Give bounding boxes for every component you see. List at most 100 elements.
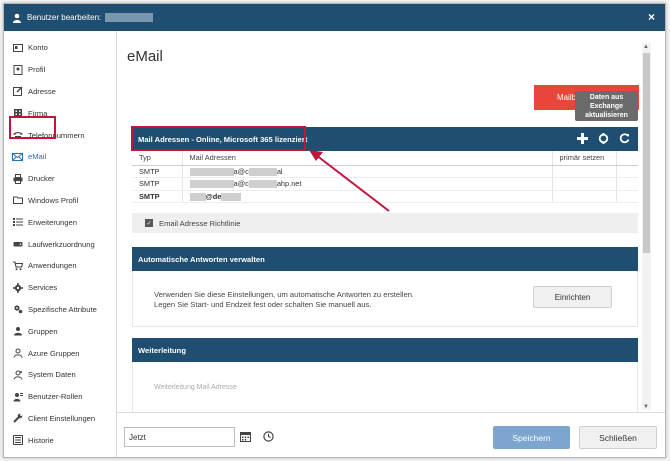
- sidebar-item-adresse[interactable]: Adresse: [4, 81, 116, 103]
- sidebar-item-benutzer-rollen[interactable]: Benutzer-Rollen: [4, 386, 116, 408]
- email-policy-label: Email Adresse Richtlinie: [159, 218, 241, 228]
- sync-icon[interactable]: [597, 132, 609, 144]
- title-bar: Benutzer bearbeiten: ×: [4, 4, 665, 31]
- close-icon[interactable]: ×: [648, 10, 655, 24]
- sidebar-item-windows-profil[interactable]: Windows Profil: [4, 190, 116, 212]
- sidebar-item-label: eMail: [28, 152, 47, 162]
- printer-icon: [12, 173, 23, 184]
- mail-address-cell: a@c al: [182, 165, 553, 178]
- sidebar-item-label: Benutzer-Rollen: [28, 392, 83, 402]
- sidebar-item-system-daten[interactable]: System Daten: [4, 364, 116, 386]
- setup-button[interactable]: Einrichten: [533, 286, 612, 308]
- sidebar-item-label: Client Einstellungen: [28, 413, 96, 423]
- sidebar-item-label: Spezifische Attribute: [28, 304, 97, 314]
- refresh-tooltip: Daten aus Exchange aktualisieren: [575, 91, 638, 121]
- sidebar-item-firma[interactable]: Firma: [4, 102, 116, 124]
- spacer-cell: [616, 190, 638, 203]
- sidebar-item-label: Laufwerkzuordnung: [28, 239, 95, 249]
- sidebar-item-laufwerkzuordnung[interactable]: Laufwerkzuordnung: [4, 233, 116, 255]
- drive-icon: [12, 239, 23, 250]
- cog-icon: [12, 304, 23, 315]
- sidebar-item-label: System Daten: [28, 370, 76, 380]
- column-header-primary: primär setzen: [552, 151, 617, 166]
- cart-icon: [12, 260, 23, 271]
- list-icon: [12, 217, 23, 228]
- save-button[interactable]: Speichern: [493, 426, 570, 449]
- sidebar-item-label: Firma: [28, 108, 48, 118]
- email-policy-row: ✓ Email Adresse Richtlinie: [132, 213, 638, 233]
- calendar-icon[interactable]: [240, 431, 251, 442]
- sidebar-item-anwendungen[interactable]: Anwendungen: [4, 255, 116, 277]
- address-icon: [12, 86, 23, 97]
- column-header-type: Typ: [132, 151, 183, 166]
- page-title: eMail: [127, 48, 163, 65]
- column-header-spacer: [616, 151, 638, 166]
- user-edit-dialog: Benutzer bearbeiten: × Konto Profil Adress…: [3, 3, 666, 458]
- sidebar-item-historie[interactable]: Historie: [4, 429, 116, 451]
- sidebar-item-services[interactable]: Services: [4, 277, 116, 299]
- auto-reply-text-line1: Verwenden Sie diese Einstellungen, um au…: [154, 290, 415, 299]
- group-icon: [12, 326, 23, 337]
- scroll-thumb[interactable]: [643, 53, 650, 253]
- sidebar-item-label: Historie: [28, 435, 54, 445]
- redacted-text: [221, 192, 242, 201]
- sidebar-item-telefonnummern[interactable]: Telefonnummern: [4, 124, 116, 146]
- id-card-icon: [12, 42, 23, 53]
- table-row[interactable]: SMTP @de: [132, 190, 638, 203]
- sidebar-item-konto[interactable]: Konto: [4, 37, 116, 59]
- date-input[interactable]: [124, 427, 235, 447]
- sidebar-item-label: Konto: [28, 43, 48, 53]
- clock-icon[interactable]: [263, 431, 274, 442]
- redacted-user-name: [105, 13, 154, 22]
- spacer-cell: [616, 177, 638, 191]
- wrench-icon: [12, 413, 23, 424]
- mail-addresses-header: Mail Adressen - Online, Microsoft 365 li…: [132, 127, 638, 151]
- redacted-text: [248, 167, 277, 176]
- sidebar-item-label: Drucker: [28, 174, 55, 184]
- gear-icon: [12, 282, 23, 293]
- table-header-row: Typ Mail Adressen primär setzen: [132, 151, 638, 166]
- scroll-down-icon[interactable]: ▼: [643, 404, 649, 410]
- add-icon[interactable]: [576, 132, 588, 144]
- mail-type-cell: SMTP: [132, 190, 183, 203]
- sidebar-item-label: Windows Profil: [28, 195, 79, 205]
- mail-type-cell: SMTP: [132, 165, 183, 178]
- table-row[interactable]: SMTP a@c ahp.net: [132, 177, 638, 191]
- sidebar-item-label: Adresse: [28, 86, 56, 96]
- mailbox-button-label: Mailb: [556, 93, 577, 102]
- primary-cell[interactable]: [552, 190, 617, 203]
- roles-icon: [12, 391, 23, 402]
- column-header-address: Mail Adressen: [182, 151, 553, 166]
- sidebar-item-azure-gruppen[interactable]: Azure Gruppen: [4, 342, 116, 364]
- sidebar-item-label: Erweiterungen: [28, 217, 77, 227]
- sidebar-item-label: Anwendungen: [28, 261, 77, 271]
- scroll-up-icon[interactable]: ▲: [643, 44, 649, 50]
- refresh-icon[interactable]: [618, 132, 630, 144]
- history-icon: [12, 435, 23, 446]
- mail-address-end: al: [276, 166, 283, 176]
- azure-group-icon: [12, 348, 23, 359]
- sidebar-item-label: Profil: [28, 65, 46, 75]
- close-button[interactable]: Schließen: [579, 426, 657, 449]
- sidebar-item-erweiterungen[interactable]: Erweiterungen: [4, 211, 116, 233]
- redacted-text: [189, 167, 234, 176]
- email-policy-checkbox[interactable]: ✓: [145, 219, 153, 227]
- sidebar-item-label: Services: [28, 283, 58, 293]
- primary-cell[interactable]: [552, 177, 617, 191]
- system-icon: [12, 369, 23, 380]
- redacted-text: [189, 180, 234, 189]
- sidebar-item-drucker[interactable]: Drucker: [4, 168, 116, 190]
- scrollbar[interactable]: ▲ ▼: [642, 43, 651, 410]
- primary-cell[interactable]: [552, 165, 617, 178]
- sidebar-item-gruppen[interactable]: Gruppen: [4, 320, 116, 342]
- table-row[interactable]: SMTP a@c al: [132, 165, 638, 178]
- sidebar-item-profil[interactable]: Profil: [4, 59, 116, 81]
- sidebar-item-email[interactable]: eMail: [4, 146, 116, 168]
- dialog-footer: Speichern Schließen: [117, 412, 665, 457]
- sidebar-item-client-einstellungen[interactable]: Client Einstellungen: [4, 408, 116, 430]
- auto-reply-title: Automatische Antworten verwalten: [138, 254, 265, 264]
- mail-address-fragment: @de: [205, 191, 222, 201]
- sidebar-item-spezifische-attribute[interactable]: Spezifische Attribute: [4, 299, 116, 321]
- auto-reply-body: Verwenden Sie diese Einstellungen, um au…: [132, 271, 638, 327]
- main-content: eMail Mailb Daten aus Exchange aktualisi…: [117, 31, 640, 416]
